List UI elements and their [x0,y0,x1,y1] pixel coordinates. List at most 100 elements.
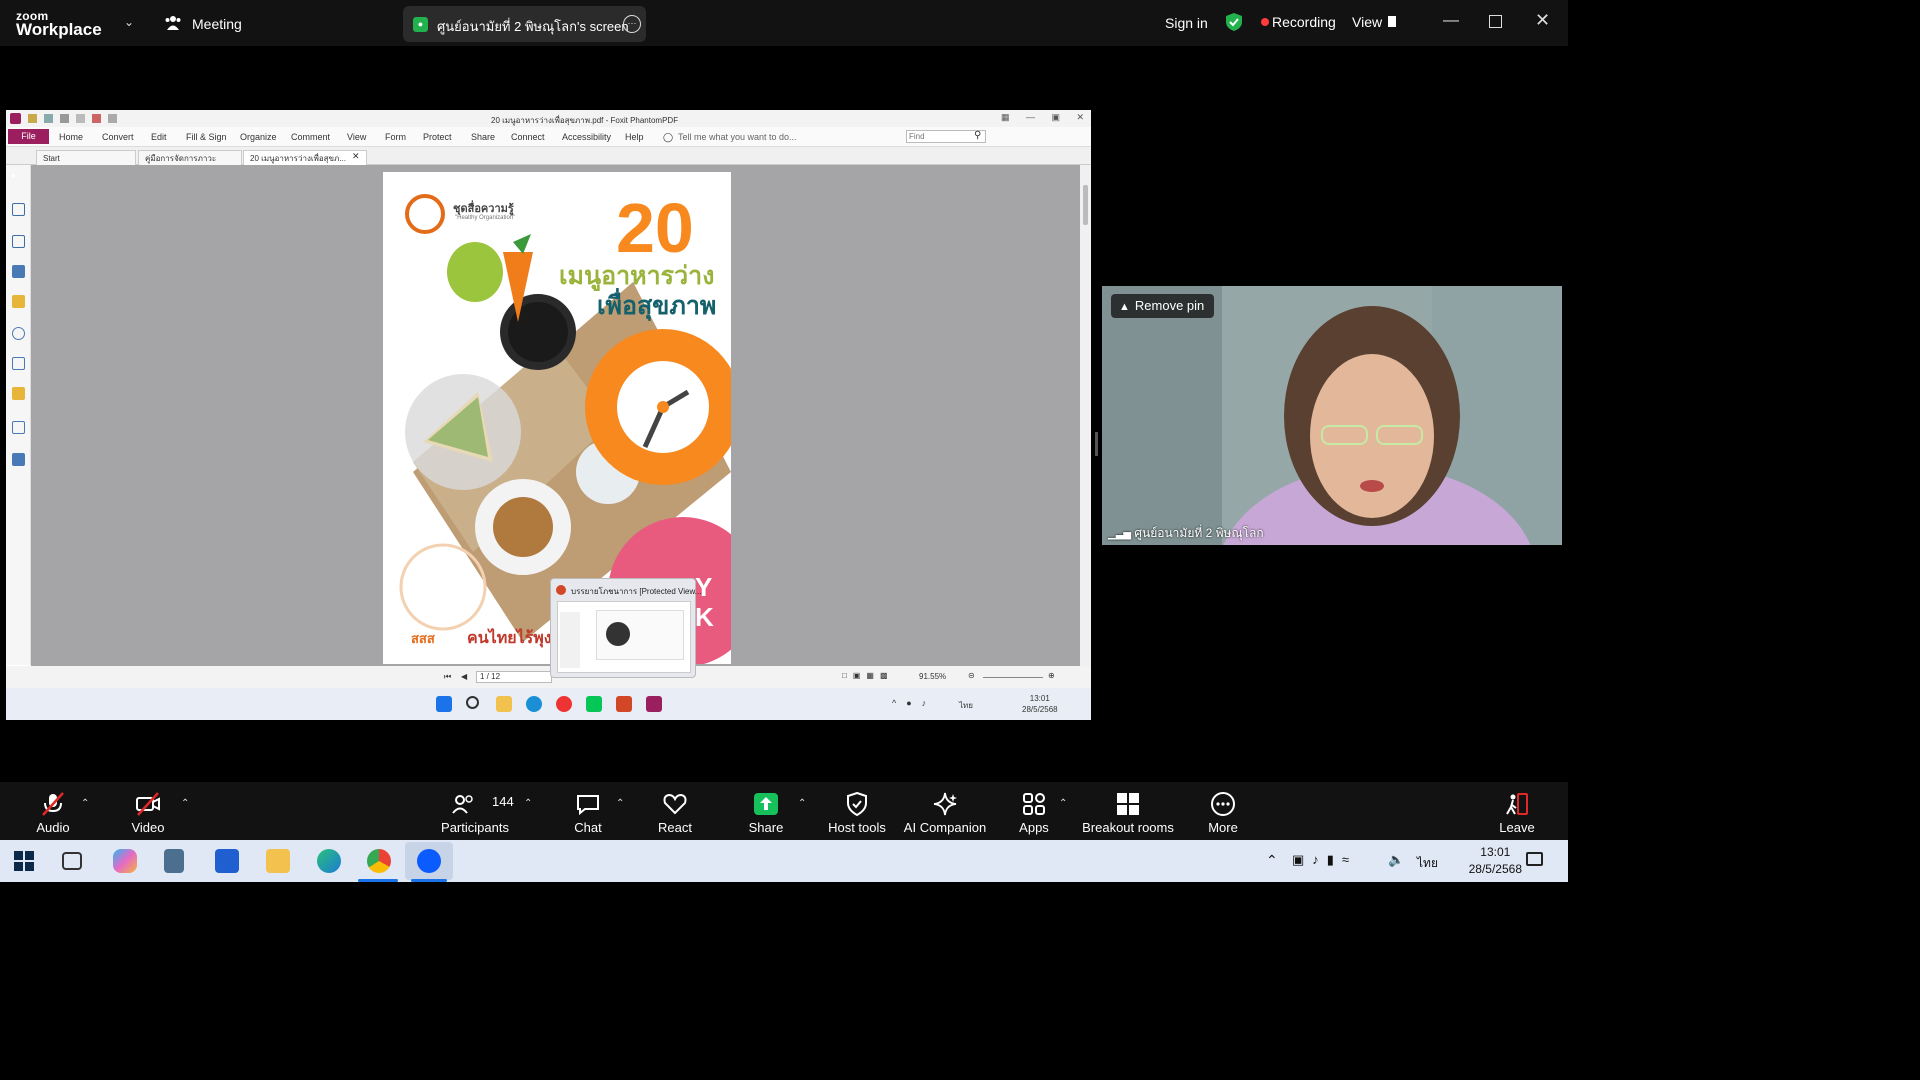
tray-lang: ไทย [959,701,973,710]
share-options-caret[interactable]: ⌃ [798,798,806,809]
preview-title: บรรยายโภชนาการ [Protected View... [571,587,702,596]
ribbon-help[interactable]: Help [625,132,644,142]
breakout-rooms-button[interactable]: Breakout rooms [1078,782,1178,840]
participants-options-caret[interactable]: ⌃ [524,798,532,809]
scroll-thumb[interactable] [1083,185,1088,225]
taskbar-lang[interactable]: ไทย [1417,854,1438,873]
view-button[interactable]: View [1352,14,1382,30]
lock-icon[interactable] [12,387,25,400]
foxit-ribbon: File Home Convert Edit Fill & Sign Organ… [6,127,1091,147]
pages-icon[interactable] [12,235,25,248]
taskbar-clock[interactable]: 13:01 28/5/2568 [1469,844,1522,878]
prev-page-icon[interactable]: ◀ [461,672,467,681]
participants-button[interactable]: 144 Participants [430,782,520,840]
snipping-tool-icon[interactable] [215,849,239,873]
video-options-caret[interactable]: ⌃ [181,798,189,809]
ai-companion-button[interactable]: AI Companion [900,782,990,840]
share-button[interactable]: Share [721,782,811,840]
participants-icon [452,795,473,814]
signal-bars-icon: ▁▃▅ [1108,529,1132,540]
ribbon-view[interactable]: View [347,132,366,142]
ribbon-comment[interactable]: Comment [291,132,330,142]
zoom-slider[interactable] [983,677,1043,678]
taskbar-preview[interactable]: บรรยายโภชนาการ [Protected View... [550,578,701,678]
task-view-icon[interactable] [62,852,82,870]
tab-close-icon[interactable]: ✕ [352,151,360,162]
panel-splitter[interactable] [1095,432,1098,456]
react-button[interactable]: React [630,782,720,840]
signature-icon[interactable] [12,357,25,370]
ribbon-protect[interactable]: Protect [423,132,452,142]
participant-name: ▁▃▅ ศูนย์อนามัยที่ 2 พิษณุโลก [1108,524,1264,543]
chat-button[interactable]: Chat [543,782,633,840]
chrome-icon[interactable] [367,849,391,873]
poster-title-line2: เพื่อสุขภาพ [597,292,717,320]
file-explorer-icon [496,696,512,712]
ribbon-home[interactable]: Home [59,132,83,142]
volume-muted-icon[interactable]: 🔈 [1388,852,1404,868]
ribbon-form[interactable]: Form [385,132,406,142]
leave-button[interactable]: Leave [1472,782,1562,840]
ribbon-edit[interactable]: Edit [151,132,167,142]
panel-expand-icon[interactable]: ▸ [12,171,25,184]
chrome-active-indicator [358,879,398,882]
vertical-scrollbar[interactable] [1080,165,1091,666]
comments-icon[interactable] [12,295,25,308]
search-icon[interactable]: ⚲ [974,130,981,141]
page-layout-icons[interactable]: □▣▦▩ [842,671,894,680]
ribbon-share[interactable]: Share [471,132,495,142]
minimize-icon[interactable]: — [1443,12,1459,30]
tab-document-2[interactable]: 20 เมนูอาหารว่างเพื่อสุขภ... [243,150,367,165]
tab-start[interactable]: Start [36,150,136,165]
zoom-app-icon[interactable] [417,849,441,873]
file-tab[interactable]: File [8,129,49,144]
file-explorer-icon[interactable] [266,849,290,873]
foxit-window-controls[interactable]: ▦ — ▣ ✕ [1001,112,1084,123]
audio-button[interactable]: Audio [8,782,98,840]
form-icon[interactable] [12,421,25,434]
edge-icon[interactable] [317,849,341,873]
bookmark-icon[interactable] [12,203,25,216]
restore-icon[interactable] [1489,15,1502,28]
more-button[interactable]: More [1178,782,1268,840]
zoom-in-icon[interactable]: ⊕ [1048,671,1055,680]
recording-label[interactable]: Recording [1272,14,1336,30]
notification-icon[interactable] [1526,852,1543,866]
page-indicator[interactable]: 1 / 12 [476,671,552,683]
meeting-label[interactable]: Meeting [192,16,242,32]
pinned-video-tile[interactable]: ▲ Remove pin ▁▃▅ ศูนย์อนามัยที่ 2 พิษณุโล… [1102,286,1562,545]
view-layout-icon[interactable] [1388,16,1396,27]
video-button[interactable]: Video [103,782,193,840]
zoom-out-icon[interactable]: ⊝ [968,671,975,680]
tray-overflow-icon[interactable]: ⌃ [1266,852,1278,869]
tray-system-icons[interactable]: ▣♪▮≈ [1292,852,1357,868]
host-tools-button[interactable]: Host tools [812,782,902,840]
ribbon-organize[interactable]: Organize [240,132,277,142]
poster-partner-2: คนไทยไร้พุง [467,630,552,647]
screen-share-indicator[interactable]: ● ศูนย์อนามัยที่ 2 พิษณุโลก's screen ⋯ [403,6,646,42]
copilot-icon[interactable] [113,849,137,873]
tools-icon[interactable] [12,453,25,466]
sign-in-button[interactable]: Sign in [1165,15,1208,31]
ribbon-convert[interactable]: Convert [102,132,134,142]
zoom-level[interactable]: 91.55% [919,672,946,681]
chat-options-caret[interactable]: ⌃ [616,798,624,809]
apps-button[interactable]: Apps [989,782,1079,840]
ribbon-fill-sign[interactable]: Fill & Sign [186,132,227,142]
security-shield-icon[interactable] [1225,12,1243,37]
ribbon-accessibility[interactable]: Accessibility [562,132,611,142]
layers-icon[interactable] [12,265,25,278]
audio-options-caret[interactable]: ⌃ [81,798,89,809]
tell-me-field[interactable]: Tell me what you want to do... [678,132,797,142]
first-page-icon[interactable]: ⏮ [444,672,451,682]
close-icon[interactable]: ✕ [1535,10,1550,31]
windows-start-icon[interactable] [14,851,34,871]
apps-options-caret[interactable]: ⌃ [1059,798,1067,809]
chevron-down-icon[interactable]: ⌄ [124,15,134,29]
tab-document-1[interactable]: คู่มือการจัดการภาวะโภชน... [138,150,242,178]
ribbon-connect[interactable]: Connect [511,132,545,142]
attachment-icon[interactable] [12,327,25,340]
more-options-icon[interactable]: ⋯ [623,15,641,33]
calculator-icon[interactable] [164,849,184,873]
remove-pin-button[interactable]: ▲ Remove pin [1111,294,1215,318]
